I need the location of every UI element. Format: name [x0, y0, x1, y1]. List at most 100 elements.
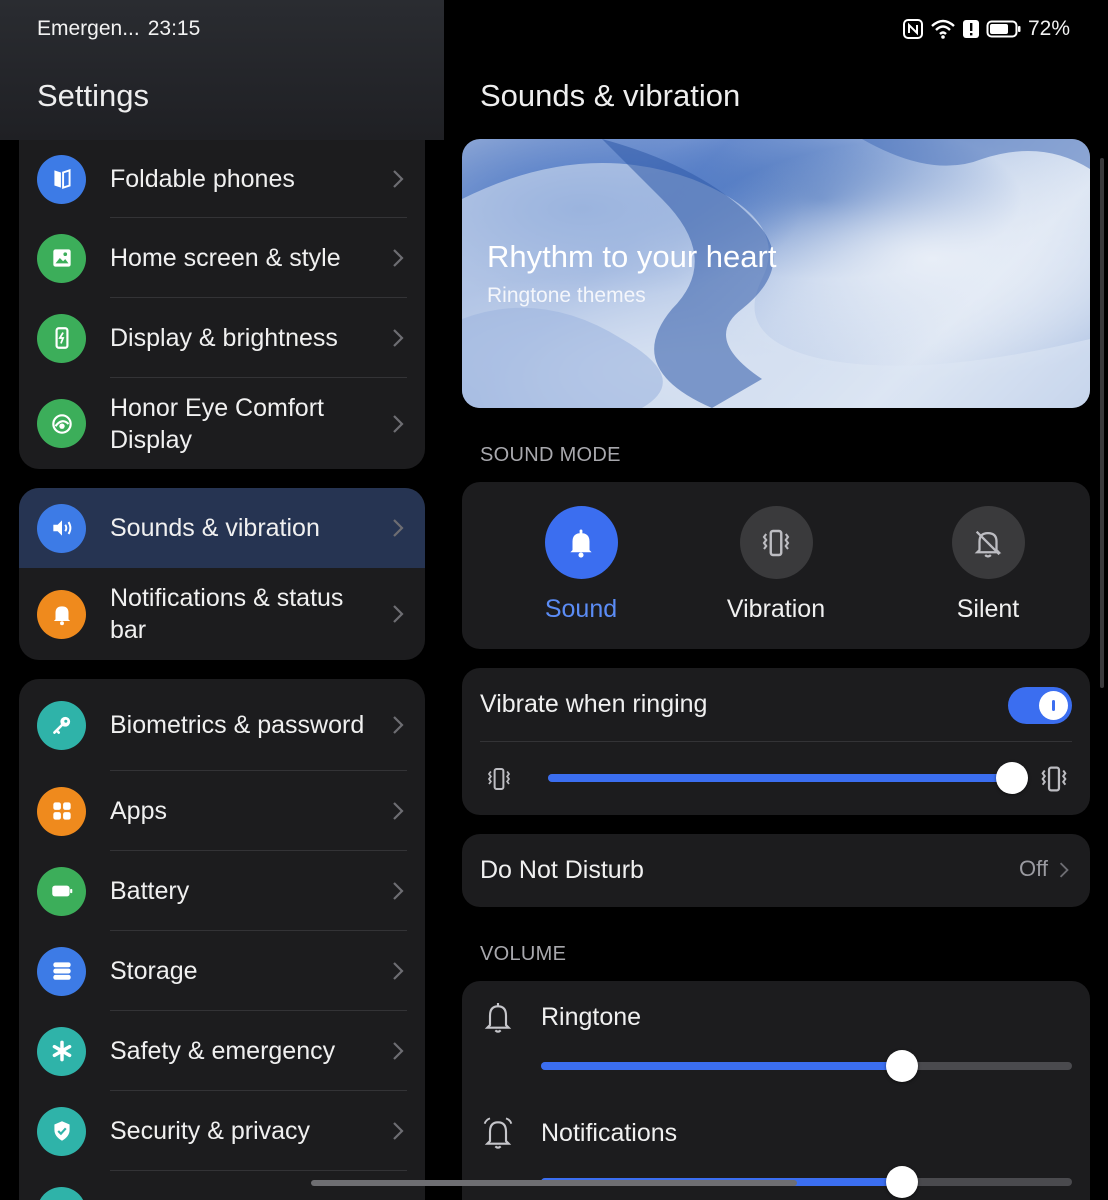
foldable-icon: [37, 154, 86, 204]
vibration-icon: [739, 506, 813, 579]
vibration-intensity-slider[interactable]: [548, 774, 1012, 782]
sidebar-item-label: Storage: [110, 957, 198, 985]
phone-brightness-icon: [37, 313, 86, 363]
status-bar-right: 72%: [902, 17, 1070, 41]
home-indicator[interactable]: [311, 1180, 797, 1186]
slider-fill: [541, 1062, 903, 1070]
sidebar-item-display-brightness[interactable]: Display & brightness: [19, 298, 425, 378]
apps-grid-icon: [37, 786, 86, 836]
sidebar-item-label: Foldable phones: [110, 165, 295, 193]
partial-icon: [37, 1186, 86, 1200]
sound-mode-label: Sound: [544, 595, 618, 623]
battery-percentage: 72%: [1027, 17, 1070, 40]
alarm-bell-icon: [483, 1117, 513, 1149]
eye-comfort-icon: [37, 399, 86, 448]
slider-fill: [548, 774, 1012, 782]
settings-group-sound: Sounds & vibration Notifications & statu…: [19, 488, 425, 660]
sidebar-item-eye-comfort[interactable]: Honor Eye Comfort Display: [19, 378, 425, 469]
scrollbar[interactable]: [1100, 158, 1104, 688]
divider: [480, 741, 1072, 742]
do-not-disturb-value: Off: [1019, 856, 1048, 881]
slider-thumb[interactable]: [886, 1166, 919, 1198]
carrier-label: Emergen...: [37, 17, 140, 40]
sound-mode-silent[interactable]: Silent: [908, 506, 1068, 624]
page-title: Settings: [37, 78, 150, 113]
volume-section-label: VOLUME: [480, 943, 567, 965]
asterisk-icon: [37, 1026, 86, 1076]
battery-icon: [37, 866, 86, 916]
chevron-right-icon: [1059, 862, 1069, 878]
vibrate-when-ringing-card: Vibrate when ringing: [462, 668, 1090, 815]
sidebar-item-storage[interactable]: Storage: [19, 931, 425, 1011]
sidebar-item-security-privacy[interactable]: Security & privacy: [19, 1091, 425, 1171]
ringtone-label: Ringtone: [541, 1003, 642, 1031]
clock: 23:15: [147, 17, 201, 40]
settings-group-system: Biometrics & password Apps Battery Stora…: [19, 679, 425, 1200]
image-icon: [37, 233, 86, 283]
sound-mode-section-label: SOUND MODE: [480, 444, 621, 466]
chevron-right-icon: [393, 1042, 404, 1060]
sound-mode-vibration[interactable]: Vibration: [696, 506, 856, 624]
chevron-right-icon: [393, 605, 404, 623]
detail-pane: 72% Sounds & vibration Rhythm to your he…: [444, 0, 1108, 1200]
volume-card: Ringtone Notifications: [462, 981, 1090, 1200]
sidebar-item-foldable-phones[interactable]: Foldable phones: [19, 140, 425, 218]
toggle-knob: [1039, 691, 1068, 720]
chevron-right-icon: [393, 716, 404, 734]
sidebar-item-label: Sounds & vibration: [110, 514, 320, 542]
nfc-icon: [902, 19, 923, 39]
bell-icon: [544, 506, 618, 579]
sidebar-item-sounds-vibration[interactable]: Sounds & vibration: [19, 488, 425, 568]
bell-off-icon: [951, 506, 1025, 579]
sound-mode-label: Vibration: [726, 595, 826, 623]
slider-thumb[interactable]: [886, 1050, 919, 1082]
vibration-high-icon: [1041, 766, 1067, 792]
sidebar-item-biometrics[interactable]: Biometrics & password: [19, 679, 425, 771]
vibration-low-icon: [487, 768, 511, 790]
shield-check-icon: [37, 1106, 86, 1156]
ringtone-volume-slider[interactable]: [541, 1062, 1072, 1070]
sidebar-item-label: Apps: [110, 797, 167, 825]
sidebar-item-label: Safety & emergency: [110, 1037, 336, 1065]
sound-mode-sound[interactable]: Sound: [501, 506, 661, 624]
settings-header: Emergen... 23:15 Settings: [0, 0, 444, 140]
sidebar-item-apps[interactable]: Apps: [19, 771, 425, 851]
settings-group-display: Foldable phones Home screen & style Disp…: [19, 140, 425, 469]
sidebar-item-battery[interactable]: Battery: [19, 851, 425, 931]
chevron-right-icon: [393, 962, 404, 980]
sidebar-item-label: Notifications & status bar: [110, 584, 344, 644]
sidebar-item-label: Security & privacy: [110, 1117, 311, 1145]
banner-title: Rhythm to your heart: [487, 239, 777, 274]
vibrate-when-ringing-toggle[interactable]: [1008, 687, 1072, 724]
sound-mode-card: Sound Vibration Silent: [462, 482, 1090, 649]
detail-title: Sounds & vibration: [480, 78, 741, 113]
bell-icon: [37, 589, 86, 639]
slider-thumb[interactable]: [996, 762, 1028, 794]
chevron-right-icon: [393, 882, 404, 900]
vibrate-when-ringing-label: Vibrate when ringing: [480, 690, 708, 718]
chevron-right-icon: [393, 329, 404, 347]
speaker-icon: [37, 503, 86, 553]
key-icon: [37, 700, 86, 750]
sidebar-item-home-screen[interactable]: Home screen & style: [19, 218, 425, 298]
sidebar-item-label: Battery: [110, 877, 190, 905]
sidebar-item-safety-emergency[interactable]: Safety & emergency: [19, 1011, 425, 1091]
sound-mode-label: Silent: [956, 595, 1020, 623]
sidebar-item-label: Biometrics & password: [110, 711, 365, 739]
bell-outline-icon: [484, 1003, 512, 1033]
settings-pane: Emergen... 23:15 Settings Foldable phone…: [0, 0, 444, 1200]
alert-icon: [962, 20, 979, 38]
sidebar-item-notifications[interactable]: Notifications & status bar: [19, 568, 425, 660]
chevron-right-icon: [393, 249, 404, 267]
wifi-icon: [931, 19, 955, 39]
banner-subtitle: Ringtone themes: [487, 284, 646, 307]
chevron-right-icon: [393, 519, 404, 537]
battery-status-icon: [986, 20, 1021, 38]
chevron-right-icon: [393, 414, 404, 433]
do-not-disturb-label: Do Not Disturb: [480, 856, 644, 884]
sidebar-item-label: Display & brightness: [110, 324, 338, 352]
sidebar-item-label: Honor Eye Comfort Display: [110, 393, 324, 454]
notifications-label: Notifications: [541, 1119, 678, 1147]
do-not-disturb-row[interactable]: Do Not Disturb Off: [462, 834, 1090, 907]
ringtone-themes-banner[interactable]: Rhythm to your heart Ringtone themes: [462, 139, 1090, 408]
